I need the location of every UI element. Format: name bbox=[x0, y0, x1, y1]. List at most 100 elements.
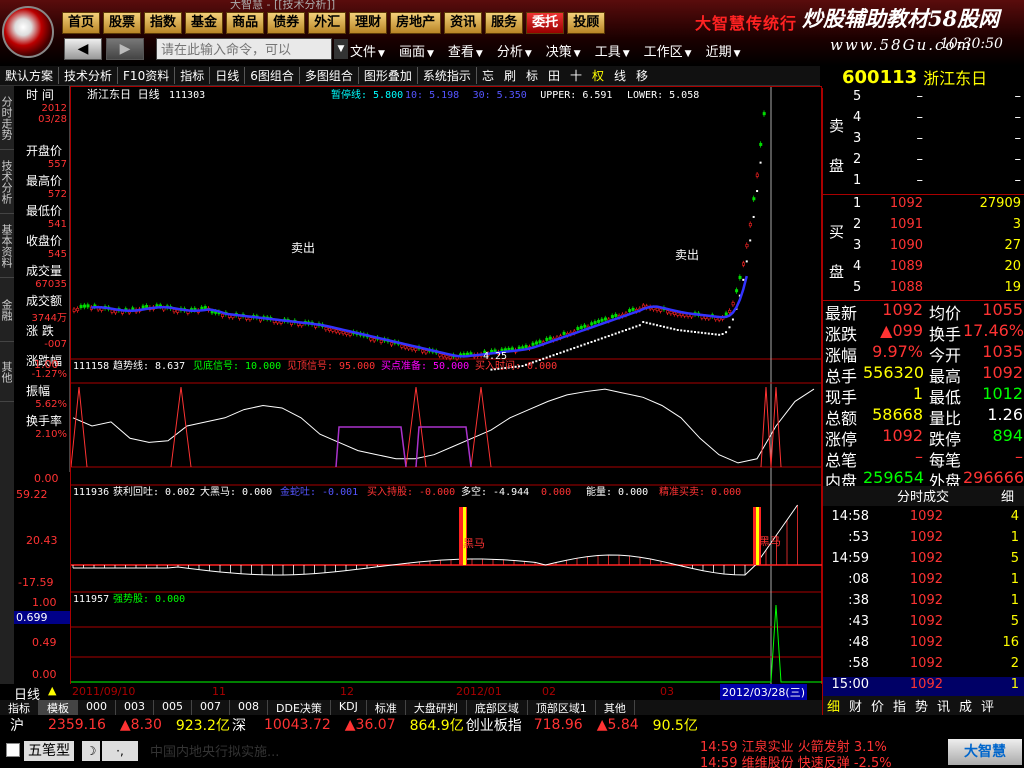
candle-body bbox=[641, 304, 645, 308]
indicator-tab[interactable]: DDE决策 bbox=[268, 700, 331, 715]
indicator-tab[interactable]: 003 bbox=[116, 700, 154, 715]
command-input[interactable] bbox=[156, 38, 332, 60]
toolbar-icon[interactable]: 线 bbox=[610, 68, 630, 84]
broker-logo[interactable]: 大智慧 bbox=[948, 739, 1022, 765]
menu-item[interactable]: 画面 ▼ bbox=[399, 41, 434, 60]
band-dot bbox=[604, 336, 607, 339]
toolbar-icon[interactable]: 权 bbox=[588, 68, 608, 84]
top-menu-item[interactable]: 投顾 bbox=[567, 12, 606, 34]
ime-icon[interactable] bbox=[6, 743, 20, 757]
band-dot bbox=[621, 330, 624, 333]
toolbar-item[interactable]: F10资料 bbox=[117, 67, 174, 84]
panel-tab[interactable]: 细 bbox=[827, 696, 840, 715]
vertical-tab[interactable]: 分时走势 bbox=[0, 86, 14, 150]
indicator-tab[interactable]: KDJ bbox=[331, 700, 367, 715]
menu-item[interactable]: 工具 ▼ bbox=[595, 41, 630, 60]
panel-tab[interactable]: 价 bbox=[871, 696, 884, 715]
vertical-tab[interactable]: 其他 bbox=[0, 342, 14, 402]
menu-item[interactable]: 决策 ▼ bbox=[546, 41, 581, 60]
candle-body bbox=[534, 341, 538, 345]
panel-tab[interactable]: 财 bbox=[849, 696, 862, 715]
quote-value: 259654 bbox=[863, 468, 925, 487]
toolbar-icon[interactable]: 移 bbox=[632, 68, 652, 84]
toolbar-item[interactable]: 技术分析 bbox=[58, 67, 117, 84]
quote-value: – bbox=[1015, 447, 1023, 466]
info-label: 最低价 bbox=[26, 204, 63, 218]
vertical-tab[interactable]: 技术分析 bbox=[0, 150, 14, 214]
panel-row: 分时成交 细 bbox=[823, 486, 1024, 506]
indicator-tab[interactable]: 其他 bbox=[596, 700, 635, 715]
toolbar-item[interactable]: 多图组合 bbox=[298, 67, 358, 84]
toolbar-icon[interactable]: 十 bbox=[566, 68, 586, 84]
command-dropdown-icon[interactable]: ▼ bbox=[334, 39, 348, 59]
toolbar-item[interactable]: 6图组合 bbox=[244, 67, 299, 84]
top-menu-item[interactable]: 基金 bbox=[185, 12, 224, 34]
panel-tab[interactable]: 评 bbox=[981, 696, 994, 715]
forward-button[interactable]: ▶ bbox=[106, 38, 144, 60]
app-logo[interactable] bbox=[2, 6, 54, 58]
alert-2[interactable]: 14:59 维维股份 快速反弹 -2.5% bbox=[700, 752, 892, 768]
indicator-tab[interactable]: 标准 bbox=[367, 700, 406, 715]
panel-tab[interactable]: 势 bbox=[915, 696, 928, 715]
menu-item[interactable]: 查看 ▼ bbox=[448, 41, 483, 60]
ticks-detail-button[interactable]: 细 bbox=[1001, 486, 1014, 505]
toolbar-icon[interactable]: 刷 bbox=[500, 68, 520, 84]
indicator-tab[interactable]: 000 bbox=[78, 700, 116, 715]
panel-tab[interactable]: 成 bbox=[959, 696, 972, 715]
band-dot bbox=[638, 324, 641, 327]
indicator-tab[interactable]: 007 bbox=[192, 700, 230, 715]
chart-area[interactable]: 浙江东日 日线 111303 暂停线: 5.800 10: 5.198 30: 5.35… bbox=[70, 3, 823, 687]
top-menu-item[interactable]: 理财 bbox=[349, 12, 388, 34]
top-menu-item[interactable]: 指数 bbox=[144, 12, 183, 34]
top-menu-item[interactable]: 股票 bbox=[103, 12, 142, 34]
panel-row: :53 1092 1 bbox=[823, 530, 1024, 551]
top-menu-item[interactable]: 外汇 bbox=[308, 12, 347, 34]
tick-price: 1092 bbox=[909, 656, 943, 671]
candle-body bbox=[600, 318, 604, 322]
back-button[interactable]: ◀ bbox=[64, 38, 102, 60]
panel-tab[interactable]: 讯 bbox=[937, 696, 950, 715]
panel-row: 总笔 – 每笔 – bbox=[823, 447, 1024, 470]
toolbar-icon[interactable]: 标 bbox=[522, 68, 542, 84]
indicator-tab[interactable]: 顶部区域1 bbox=[528, 700, 596, 715]
indicator-tab[interactable]: 005 bbox=[154, 700, 192, 715]
ma-line bbox=[91, 275, 748, 358]
top-menu-item[interactable]: 首页 bbox=[62, 12, 101, 34]
top-menu-item[interactable]: 商品 bbox=[226, 12, 265, 34]
menu-item[interactable]: 分析 ▼ bbox=[497, 41, 532, 60]
top-menu-item[interactable]: 债券 bbox=[267, 12, 306, 34]
menu-item[interactable]: 工作区 ▼ bbox=[644, 41, 692, 60]
toolbar-item[interactable]: 忘 bbox=[475, 67, 499, 84]
period-arrow-icon[interactable]: ▲ bbox=[48, 684, 56, 697]
moon-icon[interactable]: ☽ bbox=[82, 741, 100, 761]
top-menu-item[interactable]: 服务 bbox=[485, 12, 524, 34]
chart-canvas[interactable]: 浙江东日 日线 111303 暂停线: 5.800 10: 5.198 30: 5.35… bbox=[70, 3, 823, 687]
panel-tab[interactable]: 指 bbox=[893, 696, 906, 715]
punct-icon[interactable]: ·, bbox=[102, 741, 138, 761]
indicator-tab[interactable]: 指标 bbox=[0, 700, 39, 715]
indicator-tab[interactable]: 大盘研判 bbox=[406, 700, 467, 715]
indicator-tab[interactable]: 底部区域 bbox=[467, 700, 528, 715]
indicator-tab[interactable]: 模板 bbox=[39, 700, 78, 715]
toolbar-item[interactable]: 日线 bbox=[209, 67, 244, 84]
menu-item[interactable]: 近期 ▼ bbox=[706, 41, 741, 60]
top-menu-item[interactable]: 房地产 bbox=[390, 12, 442, 34]
date-label: 11 bbox=[212, 685, 226, 698]
toolbar-item[interactable]: 图形叠加 bbox=[357, 67, 417, 84]
top-menu-item[interactable]: 委托 bbox=[526, 12, 565, 34]
vertical-tab[interactable]: 金融 bbox=[0, 278, 14, 342]
cy-index: 718.96 bbox=[533, 717, 583, 733]
date-axis: 日线 ▲ 2011/09/10 11 12 2012/01 02 03 2012… bbox=[0, 684, 822, 703]
vertical-tab[interactable]: 基本资料 bbox=[0, 214, 14, 278]
candle-body bbox=[679, 313, 683, 317]
tick-time: :38 bbox=[848, 593, 869, 608]
candle-body bbox=[538, 340, 542, 344]
toolbar-icon[interactable]: 田 bbox=[544, 68, 564, 84]
top-menu-item[interactable]: 资讯 bbox=[444, 12, 483, 34]
ime-label[interactable]: 五笔型 bbox=[24, 741, 74, 761]
toolbar-item[interactable]: 指标 bbox=[174, 67, 209, 84]
toolbar-item[interactable]: 系统指示 bbox=[416, 67, 476, 84]
menu-item[interactable]: 文件 ▼ bbox=[350, 41, 385, 60]
indicator-tab[interactable]: 008 bbox=[230, 700, 268, 715]
toolbar-item[interactable]: 默认方案 bbox=[0, 67, 58, 84]
